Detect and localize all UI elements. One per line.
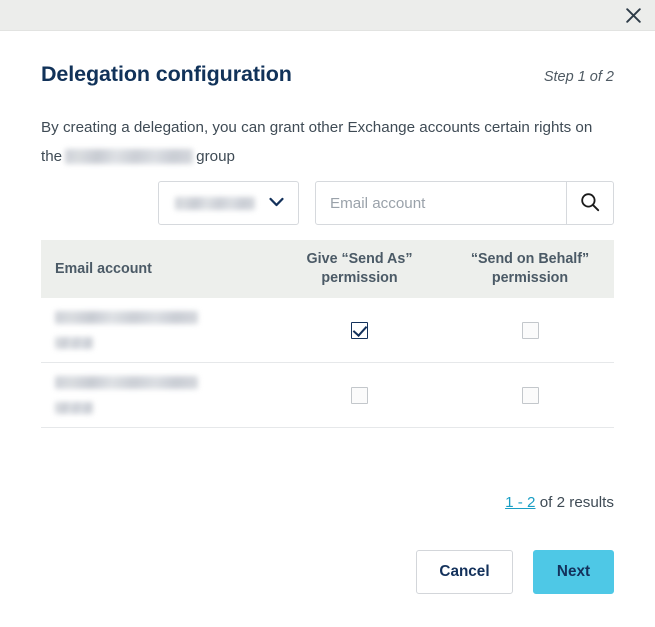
table-header-row: Email account Give “Send As” permission …: [41, 240, 614, 298]
dialog-header: Delegation configuration Step 1 of 2: [41, 62, 614, 87]
dialog-titlebar: [0, 0, 655, 31]
email-account-redacted-line2: [55, 337, 93, 349]
email-account-redacted-line2: [55, 402, 93, 414]
pagination-results-text: of 2 results: [535, 494, 614, 511]
chevron-down-icon: [269, 194, 284, 212]
cell-send-as: [273, 386, 446, 404]
domain-select[interactable]: [158, 181, 299, 225]
delegation-accounts-table: Email account Give “Send As” permission …: [41, 240, 614, 428]
pagination-range-link[interactable]: 1 - 2: [505, 494, 535, 511]
send-as-checkbox[interactable]: [351, 321, 368, 339]
search-input[interactable]: [316, 182, 566, 224]
dialog-footer: Cancel Next: [416, 550, 614, 594]
cell-send-as: [273, 321, 446, 339]
send-on-behalf-checkbox[interactable]: [521, 386, 539, 404]
close-icon: [625, 7, 642, 24]
email-account-redacted-line1: [55, 311, 198, 324]
cell-email-account: [41, 311, 273, 349]
column-header-send-on-behalf: “Send on Behalf” permission: [446, 250, 614, 288]
column-header-send-as-line2: permission: [321, 270, 398, 286]
dialog-description: By creating a delegation, you can grant …: [41, 113, 601, 171]
next-button[interactable]: Next: [533, 550, 614, 594]
page-title: Delegation configuration: [41, 62, 292, 86]
column-header-send-as: Give “Send As” permission: [273, 250, 446, 288]
email-search-group: [315, 181, 614, 225]
table-row: [41, 363, 614, 428]
table-row: [41, 298, 614, 363]
column-header-send-on-behalf-line2: permission: [491, 270, 569, 286]
group-name-redacted: [65, 149, 194, 164]
delegation-configuration-dialog: Delegation configuration Step 1 of 2 By …: [0, 31, 655, 627]
send-as-checkbox[interactable]: [351, 386, 368, 404]
domain-select-value-redacted: [175, 196, 255, 210]
search-button[interactable]: [566, 182, 613, 224]
cell-send-on-behalf: [446, 386, 614, 404]
pagination: 1 - 2 of 2 results: [505, 494, 614, 511]
column-header-email: Email account: [55, 260, 152, 277]
step-indicator: Step 1 of 2: [543, 69, 614, 85]
close-button[interactable]: [617, 1, 649, 30]
email-account-redacted-line1: [55, 376, 198, 389]
description-text-after: group: [196, 148, 235, 165]
cell-email-account: [41, 376, 273, 414]
column-header-send-on-behalf-line1: “Send on Behalf”: [470, 251, 590, 267]
search-filter-row: [158, 181, 614, 225]
send-on-behalf-checkbox[interactable]: [521, 321, 539, 339]
column-header-send-as-line1: Give “Send As”: [306, 251, 413, 267]
cell-send-on-behalf: [446, 321, 614, 339]
cancel-button[interactable]: Cancel: [416, 550, 513, 594]
search-icon: [580, 192, 600, 215]
